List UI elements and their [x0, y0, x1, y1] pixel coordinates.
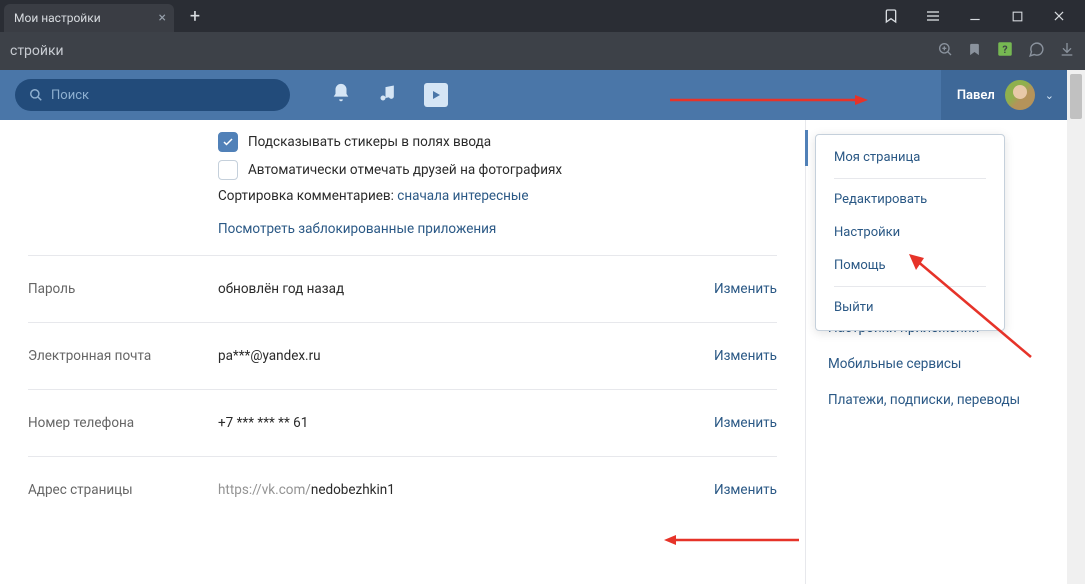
password-row: Пароль обновлён год назад Изменить — [28, 255, 777, 322]
download-icon[interactable] — [1059, 41, 1075, 61]
address-bar: стройки ? — [0, 32, 1085, 70]
sort-value-link[interactable]: сначала интересные — [397, 188, 528, 204]
phone-label: Номер телефона — [28, 415, 218, 431]
dd-separator — [834, 178, 986, 179]
vk-header: Павел ⌄ — [0, 70, 1085, 120]
phone-change-link[interactable]: Изменить — [714, 415, 777, 431]
dd-edit[interactable]: Редактировать — [816, 183, 1004, 216]
bookmark2-icon[interactable] — [967, 42, 982, 61]
bookmark-icon[interactable] — [879, 4, 903, 28]
browser-tab[interactable]: Мои настройки × — [4, 4, 174, 32]
user-menu-toggle[interactable]: Павел ⌄ — [941, 70, 1070, 120]
email-label: Электронная почта — [28, 348, 218, 364]
url-value: https://vk.com/nedobezhkin1 — [218, 482, 714, 498]
url-row: Адрес страницы https://vk.com/nedobezhki… — [28, 456, 777, 523]
url-label: Адрес страницы — [28, 482, 218, 498]
annotation-arrow-icon — [664, 534, 804, 546]
autotag-label: Автоматически отмечать друзей на фотогра… — [248, 162, 562, 178]
url-change-link[interactable]: Изменить — [714, 482, 777, 498]
scrollbar[interactable] — [1067, 70, 1085, 584]
email-row: Электронная почта pa***@yandex.ru Измени… — [28, 322, 777, 389]
scroll-thumb[interactable] — [1070, 74, 1082, 119]
menu-icon[interactable] — [921, 4, 945, 28]
dd-settings[interactable]: Настройки — [816, 216, 1004, 249]
phone-value: +7 *** *** ** 61 — [218, 415, 714, 431]
blocked-apps-link[interactable]: Посмотреть заблокированные приложения — [218, 221, 496, 237]
chevron-down-icon: ⌄ — [1045, 89, 1054, 102]
dd-mypage[interactable]: Моя страница — [816, 141, 1004, 174]
stickers-label: Подсказывать стикеры в полях ввода — [248, 134, 491, 150]
phone-row: Номер телефона +7 *** *** ** 61 Изменить — [28, 389, 777, 456]
zoom-icon[interactable] — [937, 41, 953, 61]
search-box[interactable] — [15, 79, 290, 111]
browser-tab-bar: Мои настройки × + — [0, 0, 1085, 32]
window-maximize-icon[interactable] — [1005, 4, 1029, 28]
avatar — [1005, 80, 1035, 110]
email-value: pa***@yandex.ru — [218, 348, 714, 364]
window-minimize-icon[interactable] — [963, 4, 987, 28]
new-tab-button[interactable]: + — [182, 3, 208, 29]
extension-icon[interactable]: ? — [996, 40, 1014, 62]
svg-text:?: ? — [1002, 43, 1007, 56]
password-change-link[interactable]: Изменить — [714, 281, 777, 297]
tab-title: Мои настройки — [14, 11, 101, 25]
password-label: Пароль — [28, 281, 218, 297]
stickers-checkbox[interactable] — [218, 132, 238, 152]
annotation-arrow-icon — [670, 94, 870, 106]
search-input[interactable] — [51, 88, 276, 103]
settings-panel: Подсказывать стикеры в полях ввода Автом… — [0, 120, 805, 584]
window-close-icon[interactable] — [1047, 4, 1071, 28]
notifications-icon[interactable] — [330, 82, 352, 108]
email-change-link[interactable]: Изменить — [714, 348, 777, 364]
tab-close-icon[interactable]: × — [159, 10, 166, 26]
address-text[interactable]: стройки — [10, 43, 937, 59]
annotation-arrow-icon — [906, 252, 1036, 362]
feedback-icon[interactable] — [1028, 41, 1045, 62]
sort-row: Сортировка комментариев: сначала интерес… — [218, 188, 777, 204]
password-value: обновлён год назад — [218, 281, 714, 297]
nav-payments[interactable]: Платежи, подписки, переводы — [806, 382, 1085, 418]
music-icon[interactable] — [378, 83, 398, 107]
user-name: Павел — [957, 88, 995, 103]
play-button[interactable] — [424, 83, 448, 107]
autotag-checkbox[interactable] — [218, 160, 238, 180]
